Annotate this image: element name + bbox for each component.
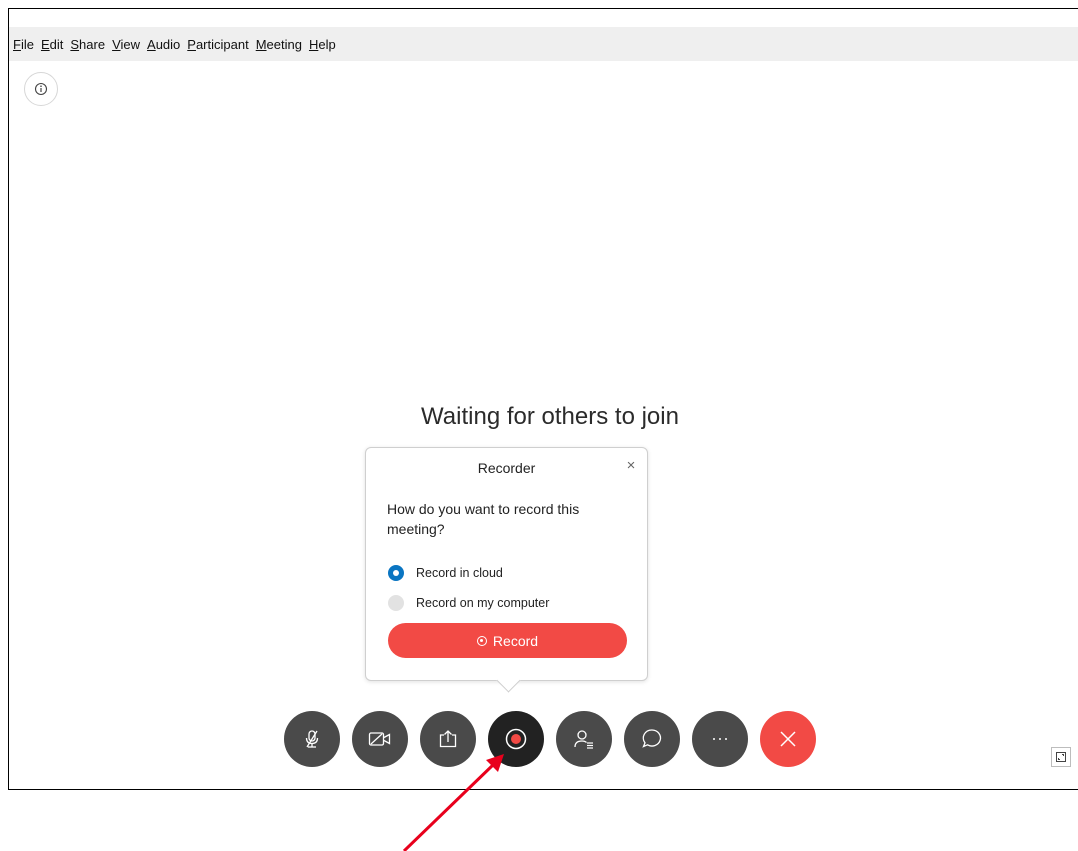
option-record-in-cloud[interactable]: Record in cloud xyxy=(388,565,503,581)
more-icon xyxy=(713,738,727,740)
chat-icon xyxy=(642,729,662,748)
menu-participant[interactable]: Participant xyxy=(187,37,248,52)
share-icon xyxy=(439,730,457,748)
record-icon xyxy=(505,728,527,750)
waiting-status-text: Waiting for others to join xyxy=(421,403,679,430)
record-button[interactable]: Record xyxy=(388,623,627,658)
meeting-info-button[interactable] xyxy=(24,72,58,106)
option-record-on-computer[interactable]: Record on my computer xyxy=(388,595,549,611)
video-button[interactable] xyxy=(352,711,408,767)
record-question: How do you want to record this meeting? xyxy=(387,501,580,537)
participants-icon xyxy=(574,730,593,749)
menu-edit[interactable]: Edit xyxy=(41,37,63,52)
leave-meeting-button[interactable] xyxy=(760,711,816,767)
menu-help[interactable]: Help xyxy=(309,37,336,52)
close-icon xyxy=(780,731,796,747)
expand-button[interactable] xyxy=(1051,747,1071,767)
chat-button[interactable] xyxy=(624,711,680,767)
menu-share[interactable]: Share xyxy=(70,37,105,52)
participants-button[interactable] xyxy=(556,711,612,767)
record-toolbar-button[interactable] xyxy=(488,711,544,767)
record-button-label: Record xyxy=(492,632,539,649)
record-icon xyxy=(476,635,487,646)
microphone-muted-icon xyxy=(305,730,319,748)
share-button[interactable] xyxy=(420,711,476,767)
option-label: Record on my computer xyxy=(416,596,550,610)
menu-audio[interactable]: Audio xyxy=(147,37,180,52)
menu-bar: File Edit Share View Audio Participant M… xyxy=(9,27,1078,61)
video-off-icon xyxy=(368,732,391,746)
recorder-popover: Recorder × How do you want to record thi… xyxy=(365,447,648,693)
recorder-title: Recorder xyxy=(477,460,536,476)
option-label: Record in cloud xyxy=(416,566,503,580)
mute-button[interactable] xyxy=(284,711,340,767)
radio-unselected-icon[interactable] xyxy=(388,595,404,611)
info-icon xyxy=(34,82,48,96)
menu-meeting[interactable]: Meeting xyxy=(256,37,302,52)
radio-selected-icon[interactable] xyxy=(388,565,404,581)
menu-view[interactable]: View xyxy=(112,37,140,52)
expand-icon xyxy=(1056,752,1066,762)
more-button[interactable] xyxy=(692,711,748,767)
menu-file[interactable]: File xyxy=(13,37,34,52)
close-icon[interactable]: × xyxy=(623,458,639,474)
